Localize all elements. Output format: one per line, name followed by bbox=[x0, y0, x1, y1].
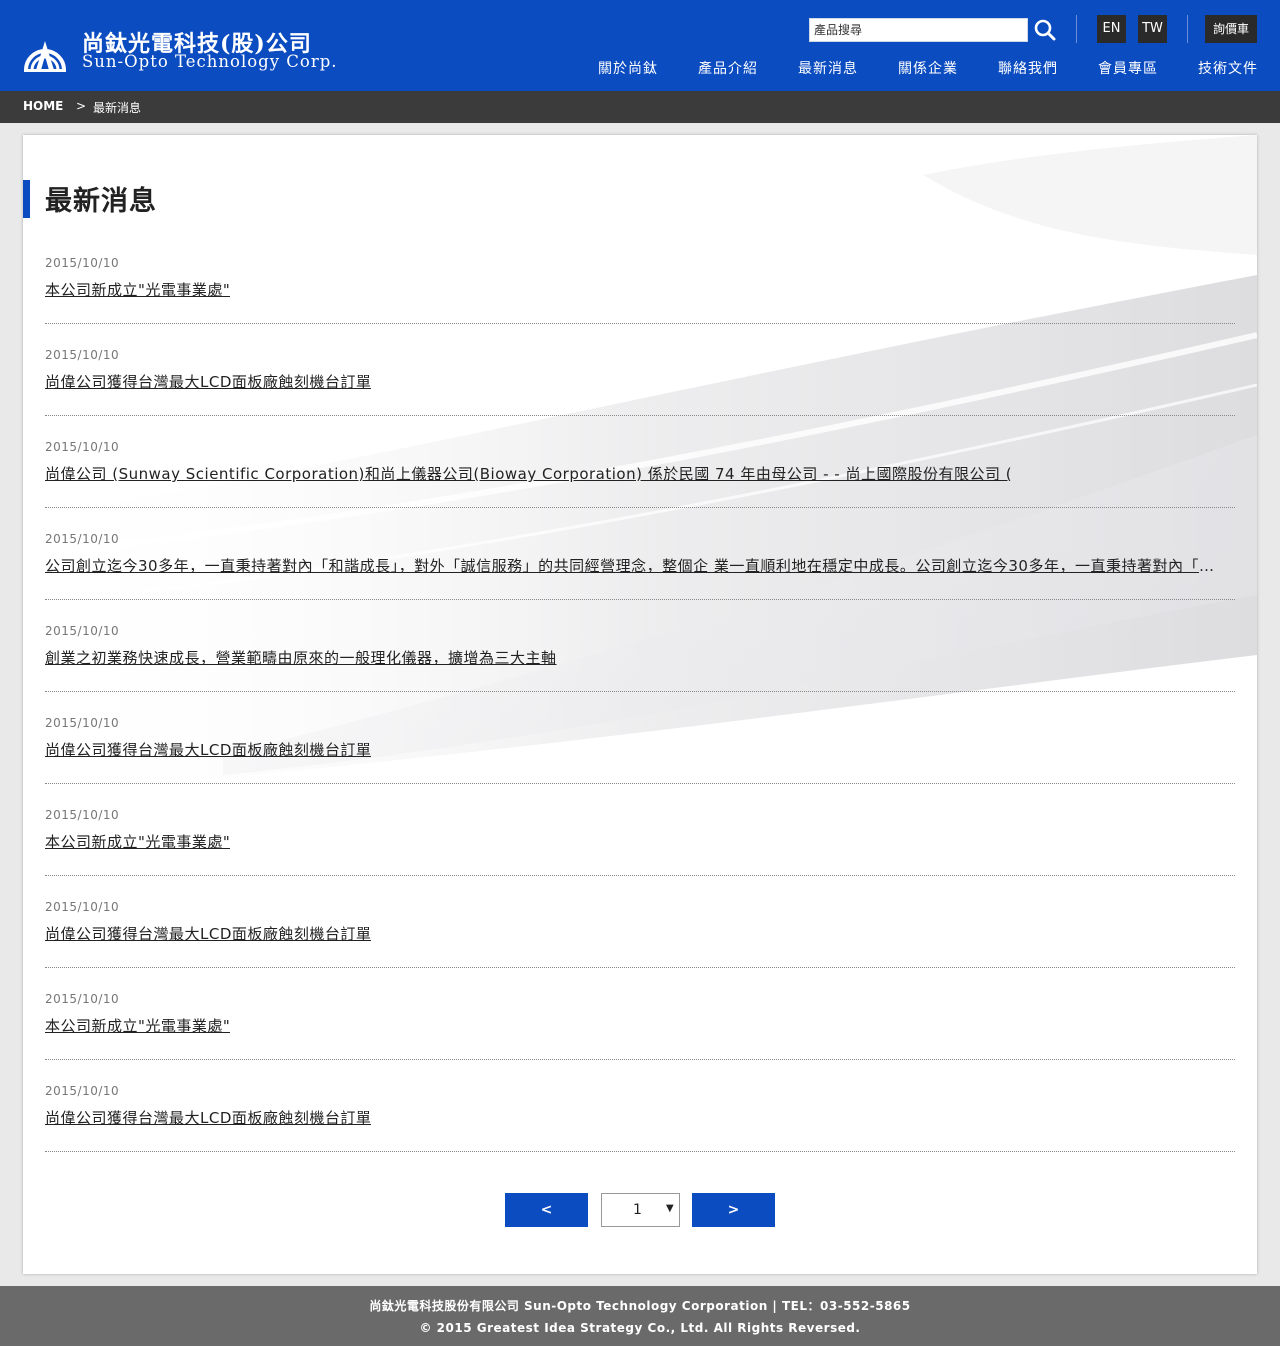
list-item: 2015/10/10 尚偉公司獲得台灣最大LCD面板廠蝕刻機台訂單 bbox=[45, 1060, 1235, 1152]
breadcrumb-current: 最新消息 bbox=[93, 101, 142, 115]
news-title-link[interactable]: 尚偉公司獲得台灣最大LCD面板廠蝕刻機台訂單 bbox=[45, 1107, 371, 1128]
list-item: 2015/10/10 創業之初業務快速成長，營業範疇由原來的一般理化儀器，擴增為… bbox=[45, 600, 1235, 692]
divider bbox=[1187, 15, 1188, 43]
news-title-link[interactable]: 本公司新成立"光電事業處" bbox=[45, 1015, 230, 1036]
page-number: 1 bbox=[633, 1202, 642, 1218]
news-date: 2015/10/10 bbox=[45, 900, 120, 914]
nav-item-products[interactable]: 產品介紹 bbox=[698, 58, 758, 78]
logo-mark-icon bbox=[24, 41, 66, 72]
search-input[interactable] bbox=[809, 18, 1028, 42]
list-item: 2015/10/10 本公司新成立"光電事業處" bbox=[45, 232, 1235, 324]
nav-item-members[interactable]: 會員專區 bbox=[1098, 58, 1158, 78]
nav-item-about[interactable]: 關於尚鈦 bbox=[598, 58, 658, 78]
news-date: 2015/10/10 bbox=[45, 992, 120, 1006]
news-title-link[interactable]: 創業之初業務快速成長，營業範疇由原來的一般理化儀器，擴增為三大主軸 bbox=[45, 647, 557, 668]
news-date: 2015/10/10 bbox=[45, 348, 120, 362]
news-date: 2015/10/10 bbox=[45, 808, 120, 822]
news-date: 2015/10/10 bbox=[45, 716, 120, 730]
list-item: 2015/10/10 尚偉公司獲得台灣最大LCD面板廠蝕刻機台訂單 bbox=[45, 692, 1235, 784]
prev-page-button[interactable]: < bbox=[505, 1193, 588, 1227]
list-item: 2015/10/10 公司創立迄今30多年，一直秉持著對內「和諧成長」，對外「誠… bbox=[45, 508, 1235, 600]
list-item: 2015/10/10 尚偉公司 (Sunway Scientific Corpo… bbox=[45, 416, 1235, 508]
news-date: 2015/10/10 bbox=[45, 1084, 120, 1098]
lang-tw-button[interactable]: TW bbox=[1138, 15, 1167, 43]
footer-company-info: 尚鈦光電科技股份有限公司 Sun-Opto Technology Corpora… bbox=[369, 1299, 911, 1313]
nav-item-contact[interactable]: 聯絡我們 bbox=[998, 58, 1058, 78]
news-title-link[interactable]: 本公司新成立"光電事業處" bbox=[45, 279, 230, 300]
site-footer: 尚鈦光電科技股份有限公司 Sun-Opto Technology Corpora… bbox=[0, 1286, 1280, 1346]
chevron-down-icon: ▼ bbox=[666, 1203, 674, 1214]
breadcrumb-separator: > bbox=[76, 99, 87, 113]
nav-item-news[interactable]: 最新消息 bbox=[798, 58, 858, 78]
inquiry-cart-button[interactable]: 詢價車 bbox=[1205, 15, 1257, 43]
divider bbox=[1076, 15, 1077, 43]
title-accent-bar bbox=[23, 180, 30, 218]
page-select[interactable]: 1 ▼ bbox=[601, 1193, 680, 1227]
footer-copyright: © 2015 Greatest Idea Strategy Co., Ltd. … bbox=[419, 1321, 861, 1335]
content-card: 最新消息 2015/10/10 本公司新成立"光電事業處" 2015/10/10… bbox=[23, 135, 1257, 1274]
list-item: 2015/10/10 本公司新成立"光電事業處" bbox=[45, 968, 1235, 1060]
search-icon[interactable] bbox=[1032, 16, 1058, 44]
list-item: 2015/10/10 本公司新成立"光電事業處" bbox=[45, 784, 1235, 876]
news-title-link[interactable]: 本公司新成立"光電事業處" bbox=[45, 831, 230, 852]
news-title-link[interactable]: 尚偉公司獲得台灣最大LCD面板廠蝕刻機台訂單 bbox=[45, 739, 371, 760]
pagination: < 1 ▼ > bbox=[23, 1193, 1257, 1227]
page-title: 最新消息 bbox=[45, 186, 157, 217]
list-item: 2015/10/10 尚偉公司獲得台灣最大LCD面板廠蝕刻機台訂單 bbox=[45, 324, 1235, 416]
next-page-button[interactable]: > bbox=[692, 1193, 775, 1227]
news-date: 2015/10/10 bbox=[45, 624, 120, 638]
logo-english-name: Sun-Opto Technology Corp. bbox=[82, 52, 338, 71]
news-title-link[interactable]: 尚偉公司獲得台灣最大LCD面板廠蝕刻機台訂單 bbox=[45, 371, 371, 392]
list-item: 2015/10/10 尚偉公司獲得台灣最大LCD面板廠蝕刻機台訂單 bbox=[45, 876, 1235, 968]
news-title-link[interactable]: 尚偉公司獲得台灣最大LCD面板廠蝕刻機台訂單 bbox=[45, 923, 371, 944]
news-date: 2015/10/10 bbox=[45, 440, 120, 454]
site-header: 尚鈦光電科技(股)公司 Sun-Opto Technology Corp. EN… bbox=[0, 0, 1280, 91]
news-date: 2015/10/10 bbox=[45, 532, 120, 546]
news-title-link[interactable]: 尚偉公司 (Sunway Scientific Corporation)和尚上儀… bbox=[45, 463, 1012, 484]
news-title-link[interactable]: 公司創立迄今30多年，一直秉持著對內「和諧成長」，對外「誠信服務」的共同經營理念… bbox=[45, 555, 1229, 576]
breadcrumb: HOME > 最新消息 bbox=[0, 91, 1280, 123]
nav-item-affiliates[interactable]: 關係企業 bbox=[898, 58, 958, 78]
lang-en-button[interactable]: EN bbox=[1097, 15, 1126, 43]
company-logo[interactable]: 尚鈦光電科技(股)公司 Sun-Opto Technology Corp. bbox=[22, 24, 337, 74]
breadcrumb-home-link[interactable]: HOME bbox=[23, 99, 63, 113]
news-date: 2015/10/10 bbox=[45, 256, 120, 270]
nav-item-tech-docs[interactable]: 技術文件 bbox=[1198, 58, 1258, 78]
